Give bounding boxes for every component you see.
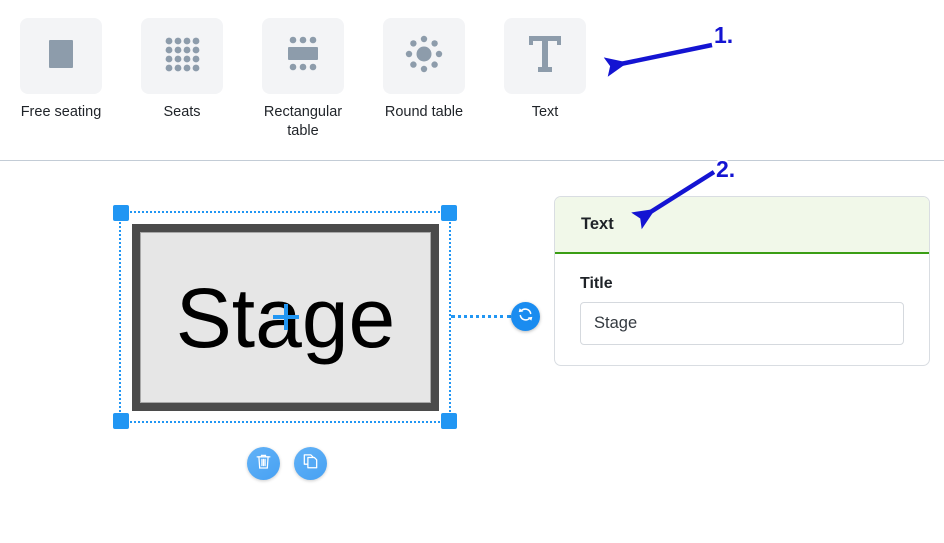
title-input[interactable]	[580, 302, 904, 345]
seats-grid-icon	[162, 34, 202, 79]
resize-handle-top-right[interactable]	[441, 205, 457, 221]
tool-rectangular-table-tile[interactable]	[262, 18, 344, 94]
copy-icon	[301, 452, 320, 476]
tool-seats-label: Seats	[163, 103, 200, 122]
properties-panel-title: Text	[581, 215, 614, 234]
properties-panel: Text Title	[554, 196, 930, 366]
title-field-label: Title	[580, 275, 904, 293]
object-action-buttons	[247, 447, 327, 480]
text-tool-icon	[525, 33, 565, 80]
center-marker-vertical	[284, 304, 288, 330]
rotate-icon	[516, 305, 535, 329]
rotate-handle[interactable]	[511, 302, 540, 331]
annotation-label-1: 1.	[714, 22, 733, 49]
duplicate-button[interactable]	[294, 447, 327, 480]
tool-rectangular-table[interactable]: Rectangular table	[262, 18, 344, 141]
properties-panel-body: Title	[555, 254, 929, 345]
tool-palette: Free seating Seats	[0, 0, 944, 160]
tool-list: Free seating Seats	[0, 0, 944, 141]
tool-round-table[interactable]: Round table	[383, 18, 465, 122]
free-seating-icon	[41, 34, 81, 79]
tool-free-seating-label: Free seating	[21, 103, 102, 122]
tool-text-label: Text	[532, 103, 559, 122]
tool-free-seating-tile[interactable]	[20, 18, 102, 94]
resize-handle-top-left[interactable]	[113, 205, 129, 221]
delete-button[interactable]	[247, 447, 280, 480]
tool-seats-tile[interactable]	[141, 18, 223, 94]
tool-text[interactable]: Text	[504, 18, 586, 122]
resize-handle-bottom-right[interactable]	[441, 413, 457, 429]
rectangular-table-icon	[283, 34, 323, 79]
rotate-handle-connector	[451, 315, 511, 318]
round-table-icon	[404, 34, 444, 79]
tool-round-table-label: Round table	[385, 103, 463, 122]
annotation-label-2: 2.	[716, 156, 735, 183]
trash-icon	[254, 452, 273, 476]
resize-handle-bottom-left[interactable]	[113, 413, 129, 429]
tool-seats[interactable]: Seats	[141, 18, 223, 122]
tool-free-seating[interactable]: Free seating	[20, 18, 102, 122]
toolbar-divider	[0, 160, 944, 161]
tool-text-tile[interactable]	[504, 18, 586, 94]
tool-rectangular-table-label: Rectangular table	[262, 103, 344, 141]
properties-panel-header: Text	[555, 197, 929, 254]
tool-round-table-tile[interactable]	[383, 18, 465, 94]
